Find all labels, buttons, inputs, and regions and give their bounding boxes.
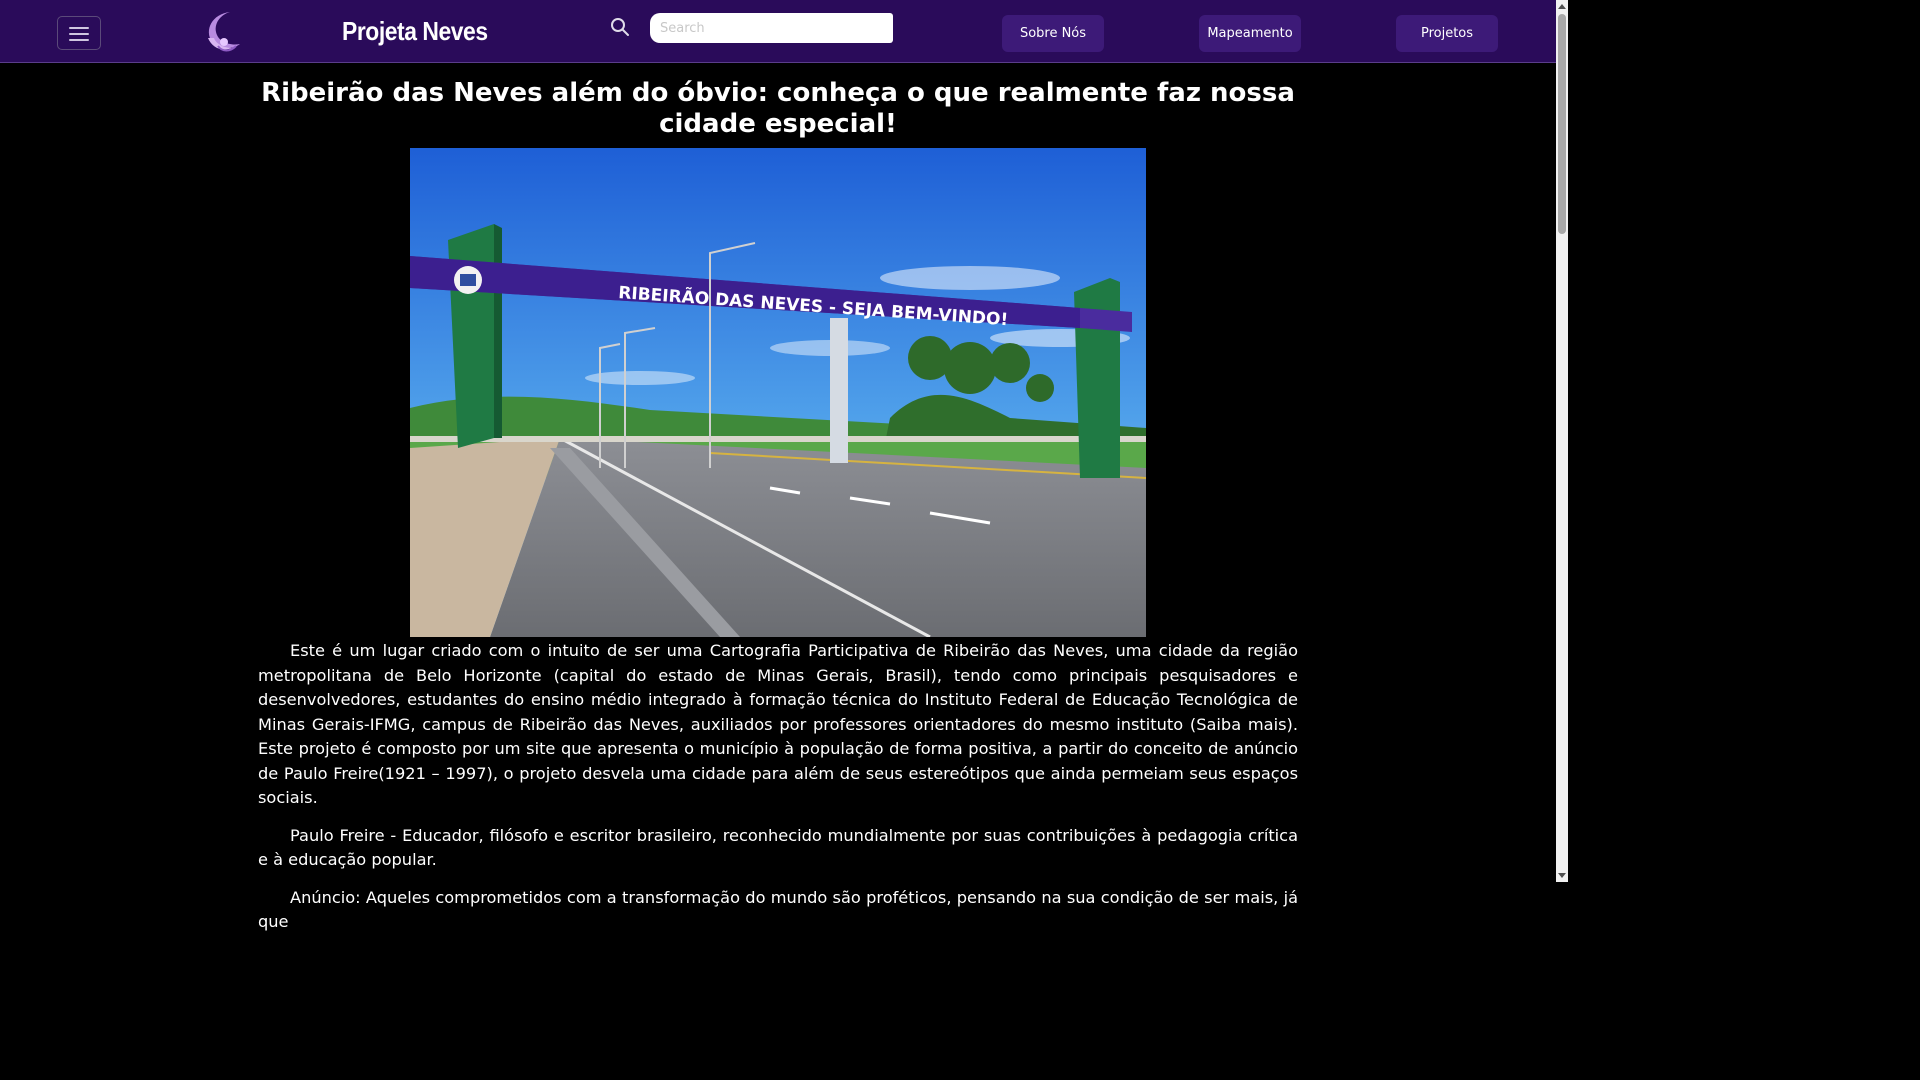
scroll-down-icon[interactable]	[1558, 873, 1566, 878]
article-paragraph-intro: Este é um lugar criado com o intuito de …	[258, 641, 1298, 807]
hamburger-icon	[69, 39, 89, 41]
brand-title[interactable]: Projeta Neves	[342, 16, 488, 47]
nav-projetos-button[interactable]: Projetos	[1396, 15, 1498, 52]
moon-hands-logo[interactable]	[200, 8, 244, 54]
search-icon[interactable]	[610, 17, 630, 37]
scrollbar-thumb[interactable]	[1558, 14, 1566, 234]
nav-sobre-nos-button[interactable]: Sobre Nós	[1002, 15, 1104, 52]
article-title: Ribeirão das Neves além do óbvio: conheç…	[261, 78, 1295, 139]
article-paragraph-anuncio: Anúncio: Aqueles comprometidos com a tra…	[258, 887, 1298, 932]
nav-mapeamento-button[interactable]: Mapeamento	[1199, 15, 1301, 52]
top-navbar: Projeta Neves Sobre Nós Mapeamento Proje…	[0, 0, 1556, 63]
hamburger-icon	[69, 27, 89, 29]
search-input[interactable]	[650, 13, 893, 43]
hamburger-icon	[69, 33, 89, 35]
article-paragraph-paulo-freire: Paulo Freire - Educador, filósofo e escr…	[258, 825, 1298, 870]
menu-toggle-button[interactable]	[57, 16, 101, 50]
vertical-scrollbar[interactable]	[1556, 0, 1568, 882]
scroll-up-icon[interactable]	[1558, 4, 1566, 9]
hero-image-welcome-arch: RIBEIRÃO DAS NEVES - SEJA BEM-VINDO!	[410, 148, 1146, 637]
article: Ribeirão das Neves além do óbvio: conheç…	[258, 78, 1298, 935]
